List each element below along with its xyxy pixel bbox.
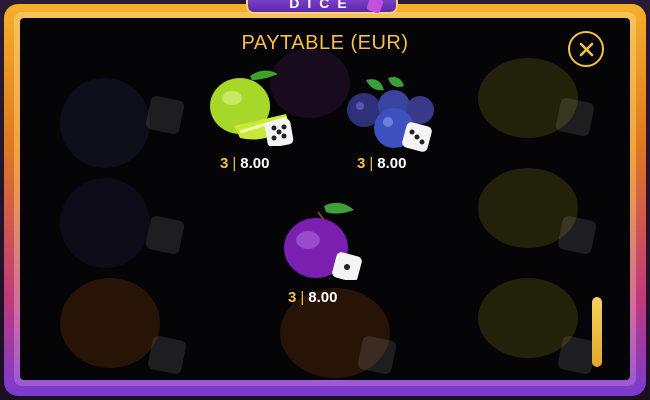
plum-payout: 3 | 8.00 xyxy=(288,289,337,306)
close-icon xyxy=(579,42,594,57)
background-die-icon xyxy=(356,334,398,376)
close-button[interactable] xyxy=(568,31,604,67)
background-die-icon xyxy=(146,334,188,376)
paytable-panel: PAYTABLE (EUR) 3 | 8.00 3 | 8.00 3 | 8.0… xyxy=(20,18,630,380)
lime-count: 3 xyxy=(220,155,229,172)
plum-value: 8.00 xyxy=(308,289,338,306)
lime-symbol xyxy=(210,70,294,146)
game-screen: PAYTABLE (EUR) 3 | 8.00 3 | 8.00 3 | 8.0… xyxy=(0,0,650,400)
background-die-icon xyxy=(144,214,186,256)
lime-payout: 3 | 8.00 xyxy=(220,155,269,172)
blueberries-payout: 3 | 8.00 xyxy=(357,155,406,172)
background-die-icon xyxy=(554,96,596,138)
plum-symbol xyxy=(284,202,362,280)
blueberries-count: 3 xyxy=(357,155,366,172)
background-die-icon xyxy=(556,214,598,256)
plum-count: 3 xyxy=(288,289,297,306)
separator: | xyxy=(369,155,374,172)
separator: | xyxy=(232,155,237,172)
background-die-icon xyxy=(144,94,186,136)
lime-value: 8.00 xyxy=(240,155,270,172)
blueberries-symbol xyxy=(347,77,434,152)
blueberries-value: 8.00 xyxy=(377,155,407,172)
separator: | xyxy=(300,289,305,306)
background-blueberry xyxy=(60,78,150,168)
background-blueberry xyxy=(60,178,150,268)
scrollbar-thumb[interactable] xyxy=(592,297,602,367)
background-orange xyxy=(60,278,160,368)
paytable-title: PAYTABLE (EUR) xyxy=(241,32,409,54)
dice-icon xyxy=(264,118,294,146)
